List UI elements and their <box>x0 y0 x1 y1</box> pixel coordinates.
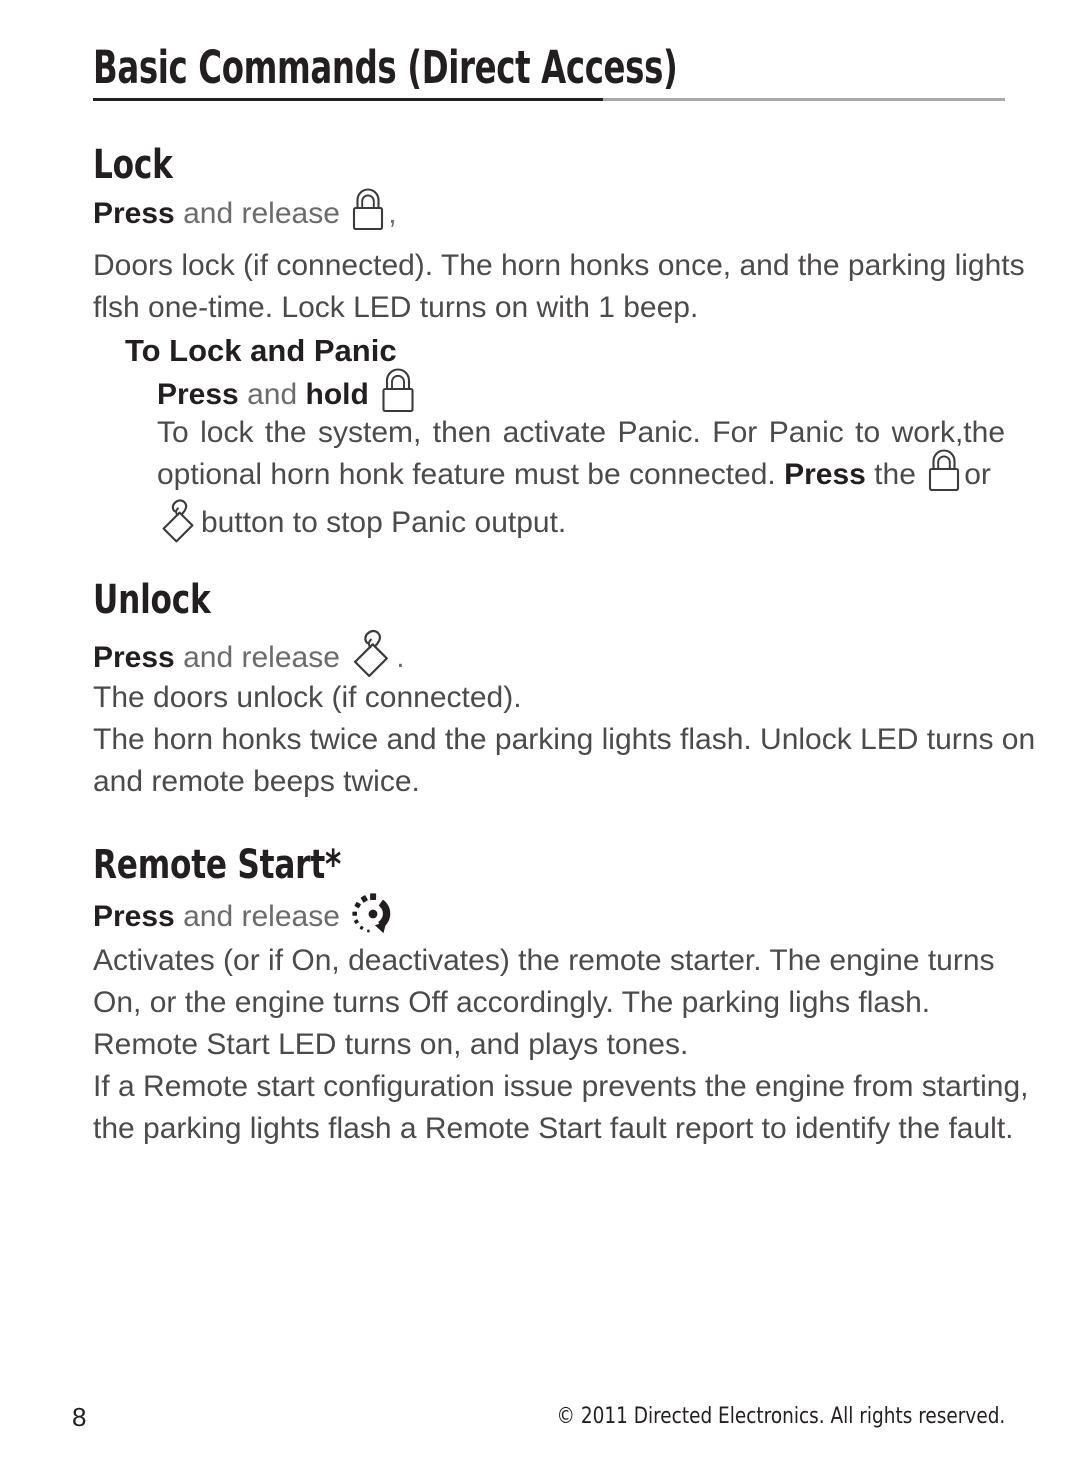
section-heading-lock: Lock <box>93 142 173 188</box>
remote-start-body-line-2: On, or the engine turns Off accordingly.… <box>93 986 931 1019</box>
lock-line-punct: , <box>388 197 397 230</box>
padlock-closed-icon <box>348 188 388 232</box>
page-title: Basic Commands (Direct Access) <box>93 41 678 94</box>
remote-start-fault-line-2: the parking lights flash a Remote Start … <box>93 1112 1014 1145</box>
unlock-body-line-1: The doors unlock (if connected). <box>93 681 522 714</box>
press-label: Press <box>93 197 175 230</box>
remote-start-icon <box>348 889 398 939</box>
lock-panic-text-part2: the <box>865 458 925 491</box>
hold-label: hold <box>305 377 369 411</box>
title-underline-rule-dark <box>93 98 603 101</box>
padlock-closed-icon <box>924 449 964 493</box>
lock-panic-paragraph: To lock the system, then activate Panic.… <box>157 412 1005 550</box>
press-label: Press <box>93 640 175 674</box>
lock-body-line-1: Doors lock (if connected). The horn honk… <box>93 249 1025 282</box>
padlock-closed-icon <box>377 368 419 414</box>
unlock-line-punct: . <box>396 640 405 674</box>
and-label: and <box>183 197 234 230</box>
press-label: Press <box>157 377 239 411</box>
remote-start-press-release-line: Press and release <box>93 893 398 943</box>
lock-panic-lastline: button to stop Panic output. <box>157 498 1005 550</box>
press-label: Press <box>784 458 866 491</box>
and-label: and <box>183 899 234 933</box>
press-label: Press <box>93 899 175 933</box>
remote-start-fault-line-1: If a Remote start configuration issue pr… <box>93 1070 1029 1103</box>
page-number: 8 <box>72 1402 87 1432</box>
lock-press-release-line: Press and release , <box>93 188 397 237</box>
remote-start-body-line-3: Remote Start LED turns on, and plays ton… <box>93 1028 689 1061</box>
subsection-heading-to-lock-and-panic: To Lock and Panic <box>125 333 397 368</box>
and-label: and <box>247 377 298 411</box>
manual-page: Basic Commands (Direct Access) Lock Pres… <box>0 0 1080 1461</box>
padlock-open-icon <box>348 626 396 684</box>
release-label: release <box>241 640 340 674</box>
section-heading-unlock: Unlock <box>93 577 211 623</box>
release-label: release <box>241 197 340 230</box>
lock-body-line-2: flsh one-time. Lock LED turns on with 1 … <box>93 291 699 324</box>
and-label: and <box>183 640 234 674</box>
release-label: release <box>241 899 340 933</box>
page-title-block: Basic Commands (Direct Access) <box>93 42 1005 94</box>
copyright-notice: © 2011 Directed Electronics. All rights … <box>556 1404 1005 1429</box>
unlock-body-line-3: and remote beeps twice. <box>93 765 420 798</box>
lock-panic-text-part3: button to stop Panic output. <box>201 506 567 539</box>
remote-start-body-line-1: Activates (or if On, deactivates) the re… <box>93 944 995 977</box>
lock-panic-or-label: or <box>964 458 991 491</box>
section-heading-remote-start: Remote Start* <box>93 842 342 888</box>
unlock-body-line-2: The horn honks twice and the parking lig… <box>93 723 1036 756</box>
padlock-open-icon <box>157 496 201 548</box>
